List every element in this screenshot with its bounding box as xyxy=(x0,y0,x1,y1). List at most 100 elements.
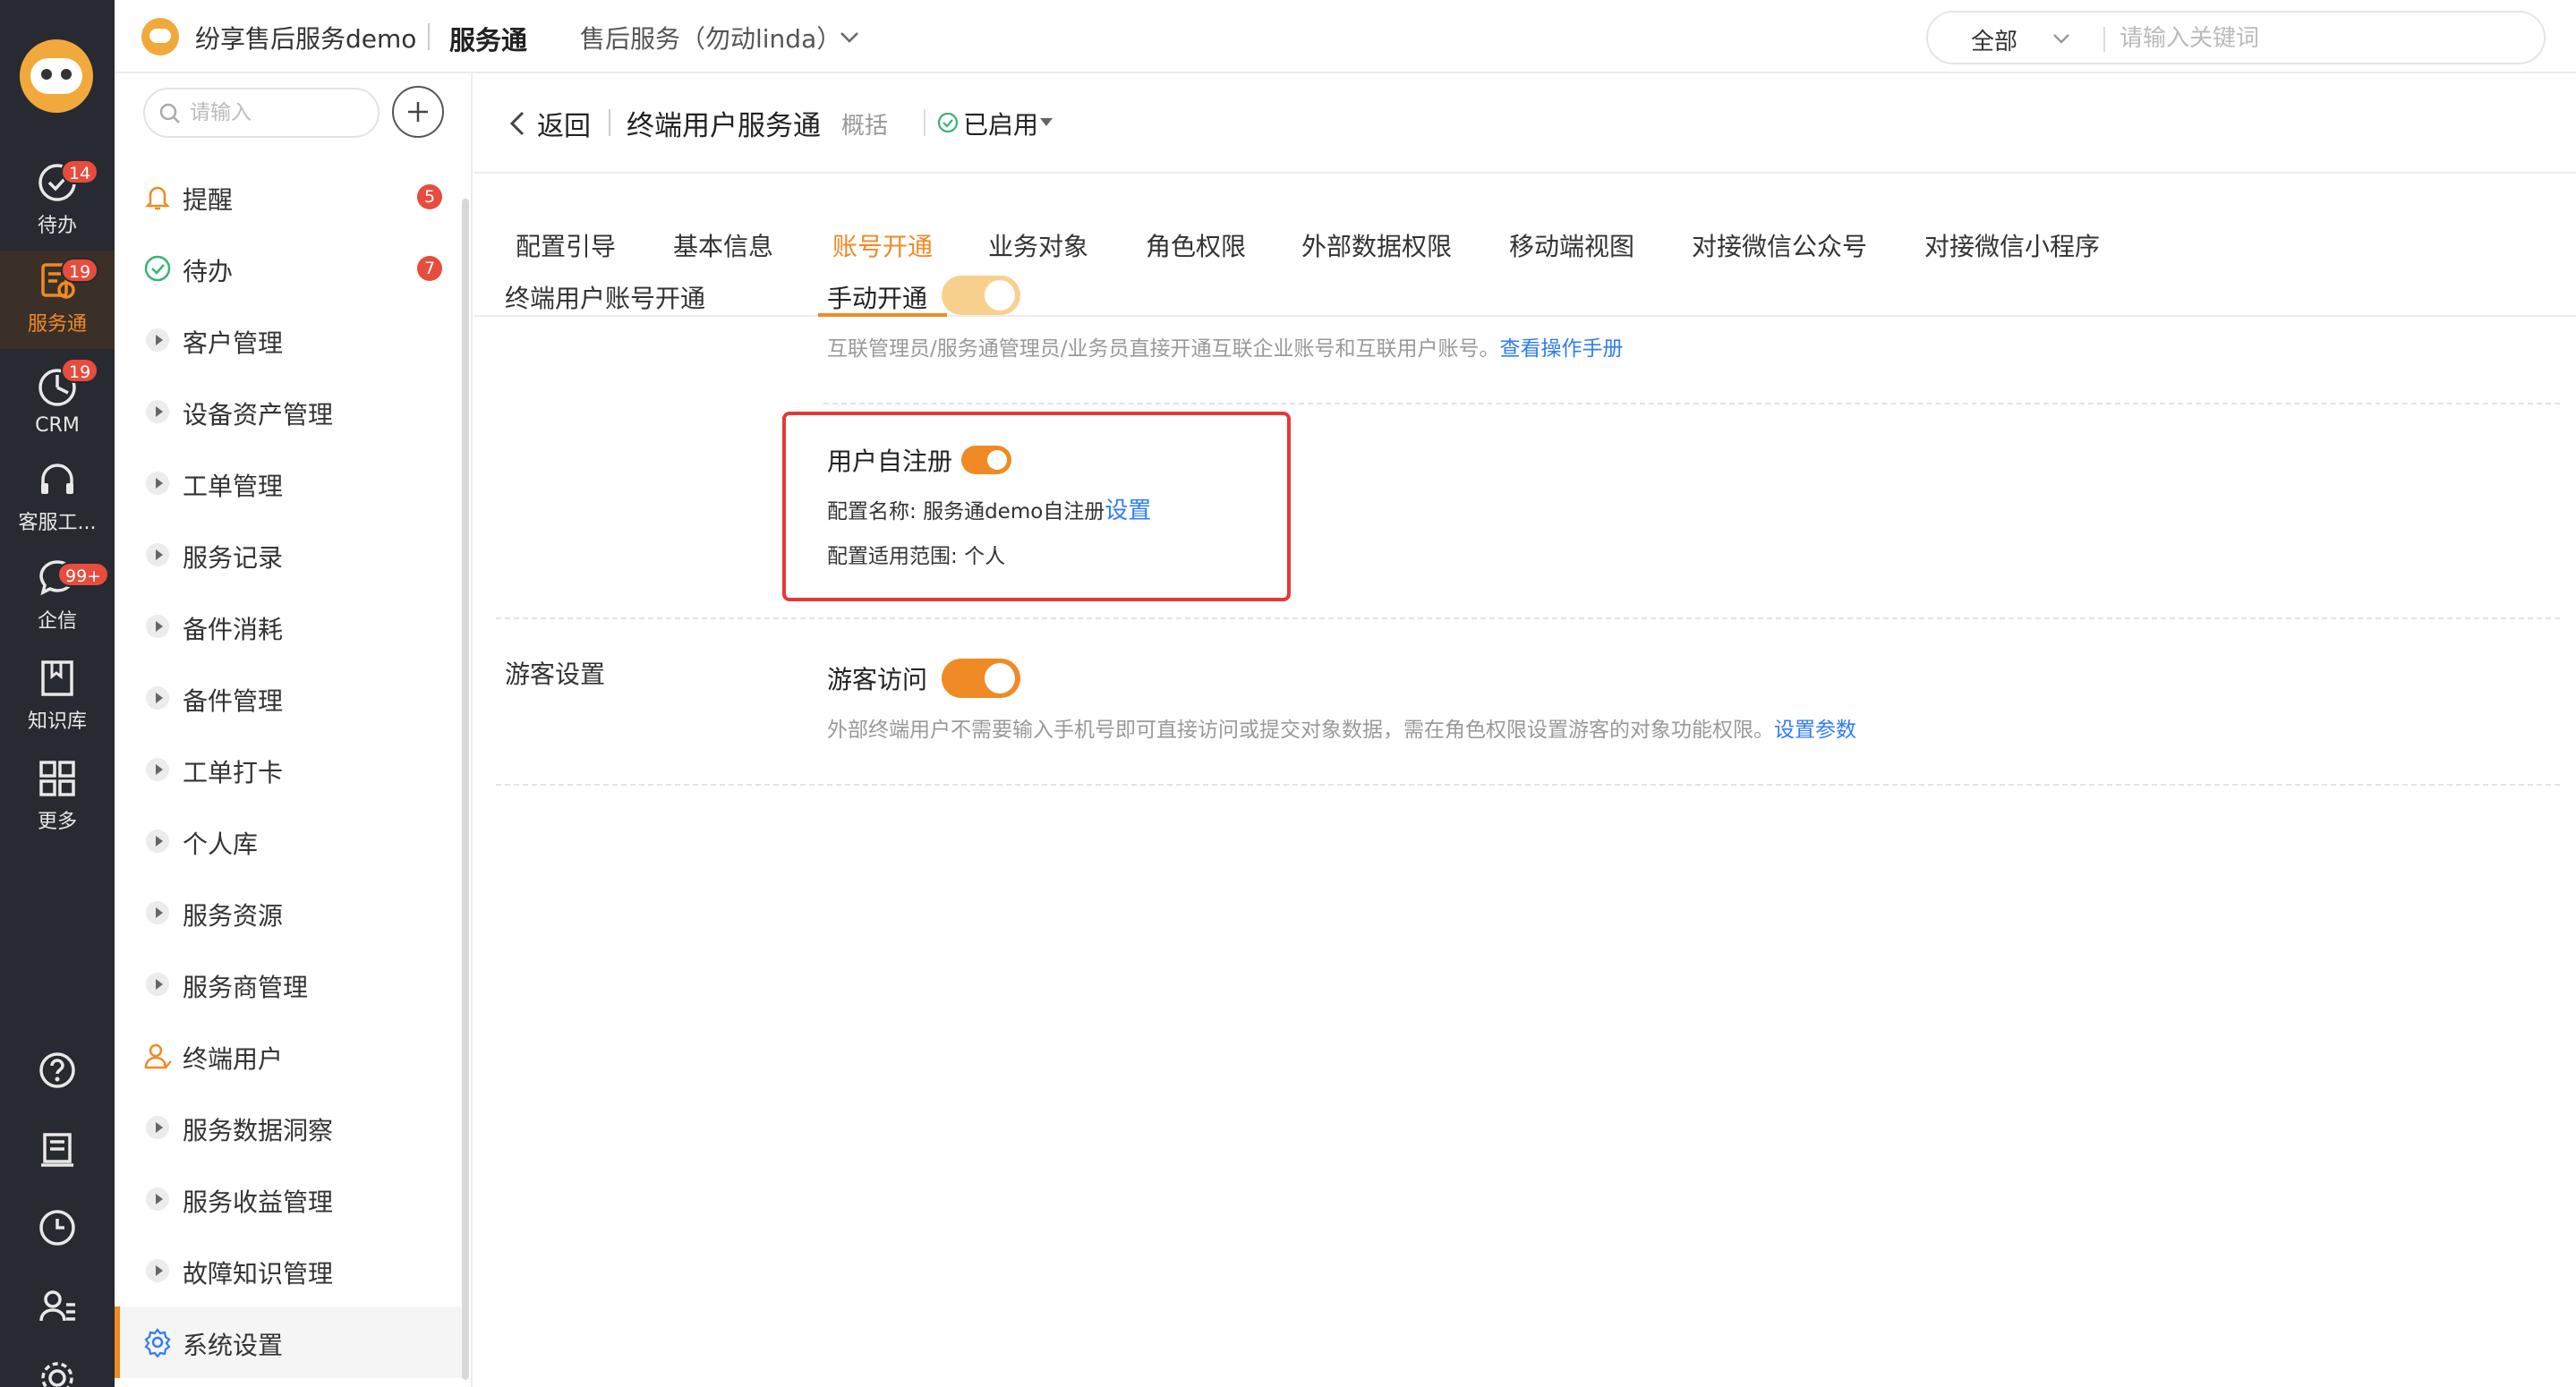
settings-button[interactable] xyxy=(0,1342,115,1387)
expand-icon xyxy=(146,686,169,710)
count-badge: 5 xyxy=(417,184,442,209)
sidebar-item-label: 提醒 xyxy=(183,185,234,215)
manual-link[interactable]: 查看操作手册 xyxy=(1500,337,1624,361)
expand-icon xyxy=(146,615,169,638)
sidebar-item-label: 工单管理 xyxy=(183,472,284,501)
overview-link[interactable]: 概括 xyxy=(841,107,888,140)
sidebar-item-label: 服务资源 xyxy=(183,901,284,931)
sidebar-item-service-resources[interactable]: 服务资源 xyxy=(115,877,462,949)
manual-activation-label: 手动开通 xyxy=(827,284,928,313)
page-title: 终端用户服务通 xyxy=(627,110,821,142)
sidebar-item-label: 设备资产管理 xyxy=(183,400,334,430)
history-button[interactable] xyxy=(0,1192,115,1264)
sidebar-item-parts-consumption[interactable]: 备件消耗 xyxy=(115,591,462,662)
sidebar-item-system-settings[interactable]: 系统设置 xyxy=(115,1306,462,1378)
guest-access-toggle[interactable] xyxy=(942,659,1020,698)
manual-activation-toggle[interactable] xyxy=(942,276,1020,315)
chevron-left-icon[interactable] xyxy=(505,109,530,138)
rail-label: 知识库 xyxy=(27,711,87,733)
sidebar-item-todo[interactable]: 待办 7 xyxy=(115,233,462,304)
search-scope-select[interactable]: 全部 xyxy=(1971,23,2017,56)
sidebar-item-end-users[interactable]: 终端用户 xyxy=(115,1020,462,1092)
app-rail: 待办 14 服务通 19 CRM 19 客服工... 企信 99+ 知识库 更多 xyxy=(0,0,115,1387)
back-button[interactable]: 返回 xyxy=(537,104,591,143)
org-selector[interactable]: 售后服务（勿动linda） xyxy=(580,20,841,55)
guest-access-desc-text: 外部终端用户不需要输入手机号即可直接访问或提交对象数据，需在角色权限设置游客的对… xyxy=(827,719,1774,742)
sidebar-item-label: 服务商管理 xyxy=(183,973,309,1002)
manual-activation-desc-text: 互联管理员/服务通管理员/业务员直接开通互联企业账号和互联用户账号。 xyxy=(827,337,1500,361)
caret-down-icon[interactable] xyxy=(1040,118,1053,126)
app-logo[interactable] xyxy=(20,39,93,113)
sidebar-item-label: 客户管理 xyxy=(183,328,284,358)
sidebar-item-parts-management[interactable]: 备件管理 xyxy=(115,662,462,734)
chevron-down-icon[interactable] xyxy=(836,23,863,50)
expand-icon xyxy=(146,1116,169,1139)
global-search-input[interactable] xyxy=(2120,20,2513,57)
rail-label: 企信 xyxy=(37,610,77,633)
app-name: 服务通 xyxy=(449,25,528,55)
sidebar-item-workorders[interactable]: 工单管理 xyxy=(115,447,462,519)
rail-label: 更多 xyxy=(37,811,77,833)
sidebar-item-revenue[interactable]: 服务收益管理 xyxy=(115,1163,462,1235)
rail-badge: 19 xyxy=(61,258,99,283)
help-button[interactable] xyxy=(0,1034,115,1106)
contacts-button[interactable] xyxy=(0,1271,115,1342)
book-icon xyxy=(41,660,73,696)
sidebar-item-devices[interactable]: 设备资产管理 xyxy=(115,376,462,447)
rail-item-customer-service[interactable]: 客服工... xyxy=(0,449,115,548)
module-sidebar: 提醒 5 待办 7 客户管理 设备资产管理 工单管理 服务记录 备件消耗 备件管… xyxy=(115,73,473,1387)
rail-badge: 14 xyxy=(61,159,99,184)
user-icon xyxy=(141,1040,174,1072)
toggle-knob xyxy=(985,280,1015,311)
sidebar-item-label: 备件消耗 xyxy=(183,615,284,644)
status-dropdown[interactable]: 已启用 xyxy=(963,106,1038,141)
expand-icon xyxy=(146,328,169,352)
divider xyxy=(496,617,2560,619)
rail-item-crm[interactable]: CRM 19 xyxy=(0,351,115,449)
tab-wechat-official-account[interactable]: 对接微信公众号 xyxy=(1692,174,1867,317)
expand-icon xyxy=(146,1187,169,1211)
company-name[interactable]: 纷享售后服务demo xyxy=(195,20,416,55)
chevron-down-icon[interactable] xyxy=(2050,27,2073,50)
tab-wechat-mini-program[interactable]: 对接微信小程序 xyxy=(1924,174,2100,317)
rail-item-messenger[interactable]: 企信 99+ xyxy=(0,548,115,646)
rail-item-knowledge[interactable]: 知识库 xyxy=(0,648,115,746)
expand-icon xyxy=(146,973,169,996)
bell-icon xyxy=(141,181,174,213)
rail-item-more[interactable]: 更多 xyxy=(0,748,115,847)
rail-item-todo[interactable]: 待办 14 xyxy=(0,152,115,251)
sidebar-item-reminder[interactable]: 提醒 5 xyxy=(115,161,462,233)
add-button[interactable] xyxy=(392,86,444,138)
manual-activation-desc: 互联管理员/服务通管理员/业务员直接开通互联企业账号和互联用户账号。查看操作手册 xyxy=(827,331,1624,362)
sidebar-item-fault-knowledge[interactable]: 故障知识管理 xyxy=(115,1235,462,1306)
divider xyxy=(609,109,610,136)
sidebar-item-label: 故障知识管理 xyxy=(183,1259,334,1289)
tab-role-permissions[interactable]: 角色权限 xyxy=(1146,174,1246,317)
logo-face-icon xyxy=(30,58,82,94)
sidebar-scrollbar[interactable] xyxy=(462,199,469,1380)
sidebar-search-input[interactable] xyxy=(190,97,369,129)
sidebar-search xyxy=(143,88,380,138)
divider xyxy=(2103,27,2105,52)
sidebar-item-checkin[interactable]: 工单打卡 xyxy=(115,734,462,805)
tab-external-data-permissions[interactable]: 外部数据权限 xyxy=(1301,174,1452,317)
sidebar-item-data-insight[interactable]: 服务数据洞察 xyxy=(115,1092,462,1163)
main-content: 返回 终端用户服务通 概括 已启用 配置引导 基本信息 账号开通 业务对象 角色… xyxy=(474,73,2576,1387)
expand-icon xyxy=(146,830,169,853)
sidebar-item-label: 服务收益管理 xyxy=(183,1187,334,1217)
sidebar-item-label: 工单打卡 xyxy=(183,758,284,787)
guest-settings-link[interactable]: 设置参数 xyxy=(1774,719,1856,742)
sidebar-item-personal-library[interactable]: 个人库 xyxy=(115,805,462,877)
guest-access-label: 游客访问 xyxy=(827,665,928,694)
rail-item-service[interactable]: 服务通 19 xyxy=(0,251,115,349)
clock-icon xyxy=(39,1210,75,1246)
tab-mobile-view[interactable]: 移动端视图 xyxy=(1509,174,1634,317)
notebook-button[interactable] xyxy=(0,1113,115,1185)
sidebar-item-providers[interactable]: 服务商管理 xyxy=(115,949,462,1020)
rail-badge: 99+ xyxy=(57,562,110,587)
divider xyxy=(924,109,925,136)
sidebar-item-service-records[interactable]: 服务记录 xyxy=(115,519,462,591)
rail-label: CRM xyxy=(35,414,80,437)
sidebar-item-label: 终端用户 xyxy=(183,1044,284,1074)
sidebar-item-customers[interactable]: 客户管理 xyxy=(115,304,462,376)
